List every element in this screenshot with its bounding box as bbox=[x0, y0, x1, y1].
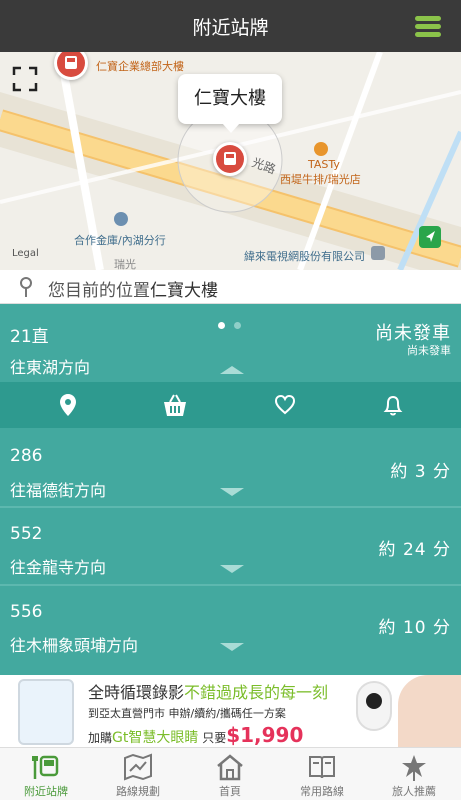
bank-icon bbox=[114, 212, 128, 226]
map-label-bank: 合作金庫/內湖分行 bbox=[74, 234, 166, 247]
map-label-restaurant: 西堤牛排/瑞光店 bbox=[280, 173, 361, 186]
location-prefix: 您目前的位置 bbox=[48, 281, 150, 301]
route-number: 286 bbox=[10, 446, 43, 466]
chevron-up-icon[interactable] bbox=[220, 366, 244, 374]
route-eta-sub: 尚未發車 bbox=[407, 344, 451, 357]
book-icon bbox=[307, 753, 337, 781]
current-location-bar: 您目前的位置仁寶大樓 bbox=[0, 270, 461, 304]
tab-label: 附近站牌 bbox=[24, 785, 68, 798]
route-row[interactable]: 552 往金龍寺方向 約 24 分 bbox=[0, 508, 461, 584]
basket-icon[interactable] bbox=[162, 392, 188, 418]
bottom-tab-bar: 附近站牌 路線規劃 首頁 常用路線 旅人推薦 bbox=[0, 747, 461, 800]
home-icon bbox=[215, 753, 245, 781]
route-number: 556 bbox=[10, 602, 43, 622]
route-number: 21直 bbox=[10, 327, 49, 347]
restaurant-icon bbox=[314, 142, 328, 156]
map-pin-icon[interactable] bbox=[55, 392, 81, 418]
location-pin-icon bbox=[18, 276, 34, 298]
route-direction: 往木柵象頭埔方向 bbox=[10, 636, 139, 655]
page-title: 附近站牌 bbox=[192, 17, 269, 39]
poi-icon bbox=[371, 246, 385, 260]
ad-offer: 加購Gt智慧大眼睛 只要$1,990 bbox=[88, 723, 304, 747]
route-action-bar bbox=[0, 382, 461, 428]
fullscreen-icon[interactable] bbox=[12, 66, 38, 92]
route-row[interactable]: 21直 往東湖方向 尚未發車 尚未發車 bbox=[0, 304, 461, 382]
map-label-road2: 瑞光 bbox=[114, 258, 136, 270]
route-eta: 約 3 分 bbox=[390, 462, 451, 482]
chevron-down-icon[interactable] bbox=[220, 565, 244, 573]
tab-label: 路線規劃 bbox=[116, 785, 160, 798]
tab-label: 旅人推薦 bbox=[392, 785, 436, 798]
ad-headline: 全時循環錄影不錯過成長的每一刻 bbox=[88, 683, 329, 702]
bell-icon[interactable] bbox=[380, 392, 406, 418]
ad-subline: 到亞太直營門市 申辦/續約/攜碼任一方案 bbox=[88, 707, 286, 720]
chevron-down-icon[interactable] bbox=[220, 643, 244, 651]
chevron-down-icon[interactable] bbox=[220, 488, 244, 496]
route-direction: 往福德街方向 bbox=[10, 481, 107, 500]
tab-favorite-routes[interactable]: 常用路線 bbox=[276, 748, 368, 801]
route-eta: 約 24 分 bbox=[378, 540, 451, 560]
location-place: 仁寶大樓 bbox=[150, 281, 218, 301]
app-header: 附近站牌 bbox=[0, 0, 461, 52]
baby-image bbox=[398, 675, 461, 747]
bus-stop-icon bbox=[31, 753, 61, 781]
tab-nearby-stops[interactable]: 附近站牌 bbox=[0, 748, 92, 801]
locate-icon[interactable] bbox=[419, 226, 441, 248]
stop-callout[interactable]: 仁寶大樓 bbox=[178, 74, 282, 133]
bus-stop-marker[interactable] bbox=[54, 52, 88, 80]
route-eta: 約 10 分 bbox=[378, 618, 451, 638]
map-label-restaurant-brand: TASTy bbox=[308, 158, 340, 171]
star-icon bbox=[399, 753, 429, 781]
map-view[interactable]: 仁寶企業總部大樓 仁寶大樓 光路 TASTy 西堤牛排/瑞光店 合作金庫/內湖分… bbox=[0, 52, 461, 270]
route-number: 552 bbox=[10, 524, 43, 544]
tab-home[interactable]: 首頁 bbox=[184, 748, 276, 801]
map-label-company: 仁寶企業總部大樓 bbox=[96, 60, 184, 73]
route-direction: 往金龍寺方向 bbox=[10, 558, 107, 577]
map-legal-link[interactable]: Legal bbox=[12, 248, 39, 259]
phone-image bbox=[18, 679, 74, 745]
menu-icon[interactable] bbox=[415, 16, 441, 38]
ad-banner[interactable]: 全時循環錄影不錯過成長的每一刻 到亞太直營門市 申辦/續約/攜碼任一方案 加購G… bbox=[0, 675, 461, 747]
pager-dots bbox=[218, 314, 250, 333]
map-label-cable: 緯來電視網股份有限公司 bbox=[244, 250, 365, 263]
route-row[interactable]: 556 往木柵象頭埔方向 約 10 分 bbox=[0, 586, 461, 675]
route-row[interactable]: 286 往福德街方向 約 3 分 bbox=[0, 428, 461, 506]
tab-route-planning[interactable]: 路線規劃 bbox=[92, 748, 184, 801]
current-stop-marker[interactable] bbox=[213, 142, 247, 176]
tab-label: 常用路線 bbox=[300, 785, 344, 798]
tab-traveler-picks[interactable]: 旅人推薦 bbox=[368, 748, 460, 801]
current-location-text: 您目前的位置仁寶大樓 bbox=[48, 276, 218, 301]
camera-image bbox=[356, 681, 392, 731]
heart-icon[interactable] bbox=[272, 392, 298, 418]
tab-label: 首頁 bbox=[219, 785, 241, 798]
route-map-icon bbox=[123, 753, 153, 781]
route-direction: 往東湖方向 bbox=[10, 358, 91, 377]
